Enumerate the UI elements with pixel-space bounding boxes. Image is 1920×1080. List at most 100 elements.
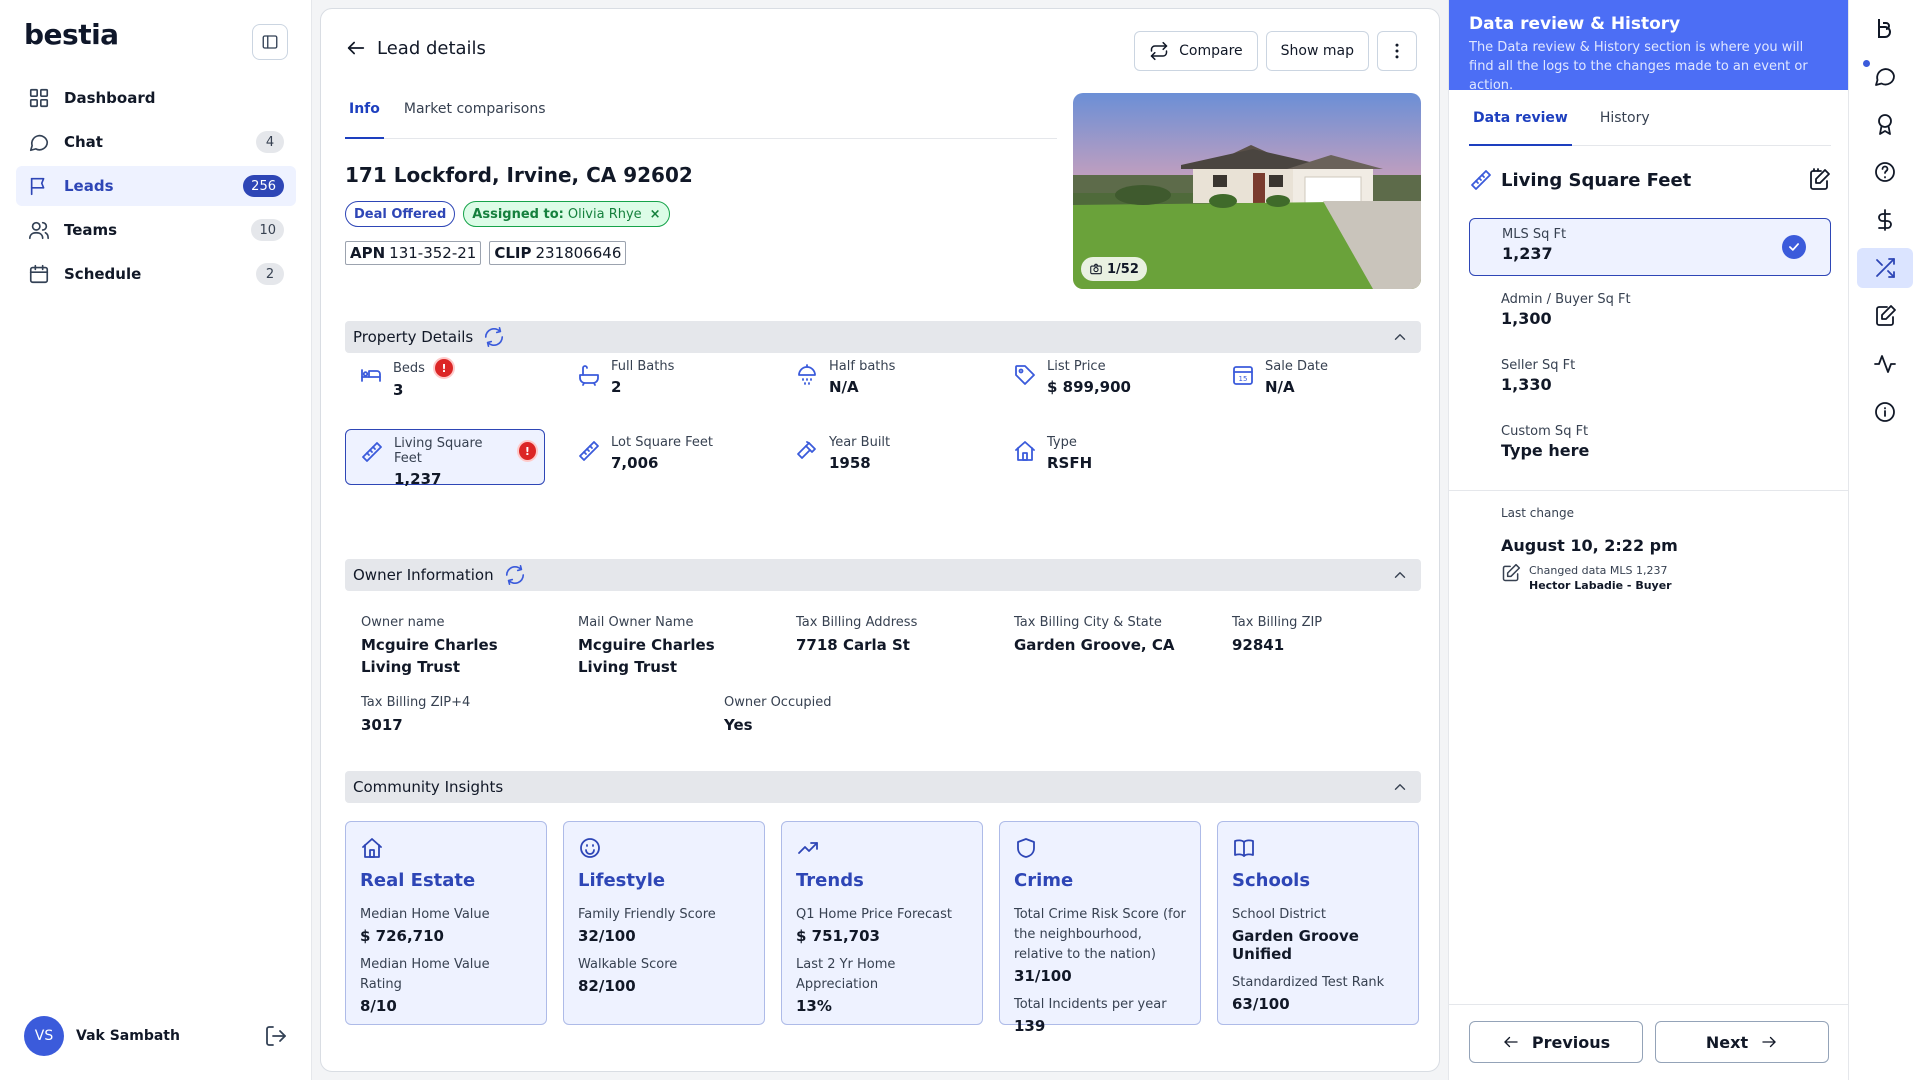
assigned-badge: Assigned to: Olivia Rhye × xyxy=(463,201,670,227)
kebab-menu-icon xyxy=(1395,43,1399,59)
chevron-up-icon[interactable] xyxy=(1391,566,1409,584)
insight-card-crime[interactable]: Crime Total Crime Risk Score (for the ne… xyxy=(999,821,1201,1035)
property-item-lot-square-feet[interactable]: Lot Square Feet 7,006 xyxy=(563,429,763,485)
tab-market-comparisons[interactable]: Market comparisons xyxy=(400,93,550,139)
sidebar-item-label: Schedule xyxy=(64,265,142,283)
hammer-icon xyxy=(797,441,816,459)
edit-note-icon[interactable] xyxy=(1807,168,1831,192)
sidebar-item-dashboard[interactable]: Dashboard xyxy=(16,78,296,118)
property-item-full-baths[interactable]: Full Baths 2 xyxy=(563,353,763,409)
custom-sqft-input[interactable]: Type here xyxy=(1501,441,1799,460)
rail-shuffle-button[interactable] xyxy=(1857,248,1913,288)
option-value: 1,300 xyxy=(1501,309,1552,328)
rail-edit-note-button[interactable] xyxy=(1857,296,1913,336)
sidebar-item-chat[interactable]: Chat 4 xyxy=(16,122,296,162)
property-item-year-built[interactable]: Year Built 1958 xyxy=(781,429,981,485)
show-map-button[interactable]: Show map xyxy=(1265,31,1369,71)
community-cards: Real Estate Median Home Value $ 726,710 … xyxy=(345,821,1421,1035)
review-field-title: Living Square Feet xyxy=(1501,169,1692,191)
check-icon xyxy=(1782,235,1806,259)
property-label: Full Baths xyxy=(611,359,675,374)
property-item-list-price[interactable]: List Price $ 899,900 xyxy=(999,353,1199,409)
property-item-half-baths[interactable]: Half baths N/A xyxy=(781,353,981,409)
user-name: Vak Sambath xyxy=(76,1028,180,1044)
refresh-icon[interactable] xyxy=(483,326,505,348)
logout-icon[interactable] xyxy=(264,1024,288,1048)
chat-icon xyxy=(1875,68,1895,86)
property-value: N/A xyxy=(1265,378,1295,396)
property-photo[interactable]: 1/52 xyxy=(1073,93,1421,289)
rail-chat-button[interactable] xyxy=(1857,56,1913,96)
property-item-living-square-feet[interactable]: Living Square Feet! 1,237 xyxy=(345,429,545,488)
review-option-custom[interactable]: Custom Sq Ft Type here xyxy=(1469,416,1831,474)
owner-field: Tax Billing ZIP 92841 xyxy=(1232,615,1412,656)
chevron-up-icon[interactable] xyxy=(1391,778,1409,796)
sidebar-item-schedule[interactable]: Schedule 2 xyxy=(16,254,296,294)
dollar-icon xyxy=(1878,209,1892,231)
app-logo[interactable]: bestia xyxy=(24,18,119,51)
card-value: 8/10 xyxy=(360,997,397,1015)
lead-details-panel: Lead details Compare Show map Info Marke… xyxy=(320,8,1440,1072)
property-details-header[interactable]: Property Details xyxy=(345,321,1421,353)
option-label: MLS Sq Ft xyxy=(1502,227,1567,242)
owner-field: Owner name Mcguire Charles Living Trust xyxy=(361,615,551,678)
review-option-admin-buyer[interactable]: Admin / Buyer Sq Ft 1,300 xyxy=(1469,284,1831,342)
option-label: Custom Sq Ft xyxy=(1501,424,1589,439)
compare-label: Compare xyxy=(1179,43,1243,59)
home-icon xyxy=(1015,441,1035,461)
refresh-icon[interactable] xyxy=(504,564,526,586)
review-option-mls[interactable]: MLS Sq Ft 1,237 xyxy=(1469,218,1831,276)
back-arrow-icon[interactable] xyxy=(345,37,367,59)
tab-history[interactable]: History xyxy=(1596,106,1654,146)
warning-icon[interactable]: ! xyxy=(518,442,536,460)
next-button[interactable]: Next xyxy=(1655,1021,1829,1063)
more-options-button[interactable] xyxy=(1377,31,1417,71)
property-item-type[interactable]: Type RSFH xyxy=(999,429,1199,485)
rail-dollar-button[interactable] xyxy=(1857,200,1913,240)
card-value: 31/100 xyxy=(1014,967,1072,985)
insight-card-real-estate[interactable]: Real Estate Median Home Value $ 726,710 … xyxy=(345,821,547,1025)
arrow-right-icon xyxy=(1762,1036,1776,1048)
tab-info[interactable]: Info xyxy=(345,93,384,139)
photo-counter: 1/52 xyxy=(1081,257,1147,281)
data-review-panel: Data review & History The Data review & … xyxy=(1448,0,1849,1080)
help-icon xyxy=(1875,162,1895,182)
previous-button[interactable]: Previous xyxy=(1469,1021,1643,1063)
card-label: Total Incidents per year xyxy=(1014,997,1167,1012)
sidebar-toggle-button[interactable] xyxy=(252,24,288,60)
owner-field: Owner Occupied Yes xyxy=(724,695,1024,736)
property-label: List Price xyxy=(1047,359,1106,374)
insight-card-schools[interactable]: Schools School District Garden Groove Un… xyxy=(1217,821,1419,1025)
brand-icon-button[interactable] xyxy=(1857,8,1913,48)
warning-icon[interactable]: ! xyxy=(434,359,453,377)
page-title: Lead details xyxy=(377,37,486,59)
calendar-icon xyxy=(29,264,49,284)
last-change-date: August 10, 2:22 pm xyxy=(1501,536,1678,555)
edit-icon xyxy=(1502,563,1521,582)
sidebar-toggle-icon xyxy=(262,35,278,49)
insight-card-trends[interactable]: Trends Q1 Home Price Forecast $ 751,703 … xyxy=(781,821,983,1025)
review-header: Data review & History The Data review & … xyxy=(1449,0,1848,93)
sidebar-item-leads[interactable]: Leads 256 xyxy=(16,166,296,206)
property-item-beds[interactable]: Beds! 3 xyxy=(345,353,545,409)
book-icon xyxy=(1234,839,1254,857)
property-item-sale-date[interactable]: 15 Sale Date N/A xyxy=(1217,353,1417,409)
rail-info-button[interactable] xyxy=(1857,392,1913,432)
rail-award-button[interactable] xyxy=(1857,104,1913,144)
insight-card-lifestyle[interactable]: Lifestyle Family Friendly Score 32/100 W… xyxy=(563,821,765,1025)
remove-assignee-icon[interactable]: × xyxy=(650,207,661,222)
sidebar-item-teams[interactable]: Teams 10 xyxy=(16,210,296,250)
review-option-seller[interactable]: Seller Sq Ft 1,330 xyxy=(1469,350,1831,408)
owner-information-header[interactable]: Owner Information xyxy=(345,559,1421,591)
rail-help-button[interactable] xyxy=(1857,152,1913,192)
owner-label: Owner Occupied xyxy=(724,695,832,710)
chevron-up-icon[interactable] xyxy=(1391,328,1409,346)
rail-activity-button[interactable] xyxy=(1857,344,1913,384)
owner-label: Tax Billing Address xyxy=(796,615,918,630)
avatar[interactable]: VS xyxy=(24,1016,64,1056)
previous-label: Previous xyxy=(1531,1032,1611,1052)
community-insights-header[interactable]: Community Insights xyxy=(345,771,1421,803)
lead-tags: Deal Offered Assigned to: Olivia Rhye × xyxy=(345,201,670,227)
compare-button[interactable]: Compare xyxy=(1134,31,1258,71)
tab-data-review[interactable]: Data review xyxy=(1469,106,1572,146)
